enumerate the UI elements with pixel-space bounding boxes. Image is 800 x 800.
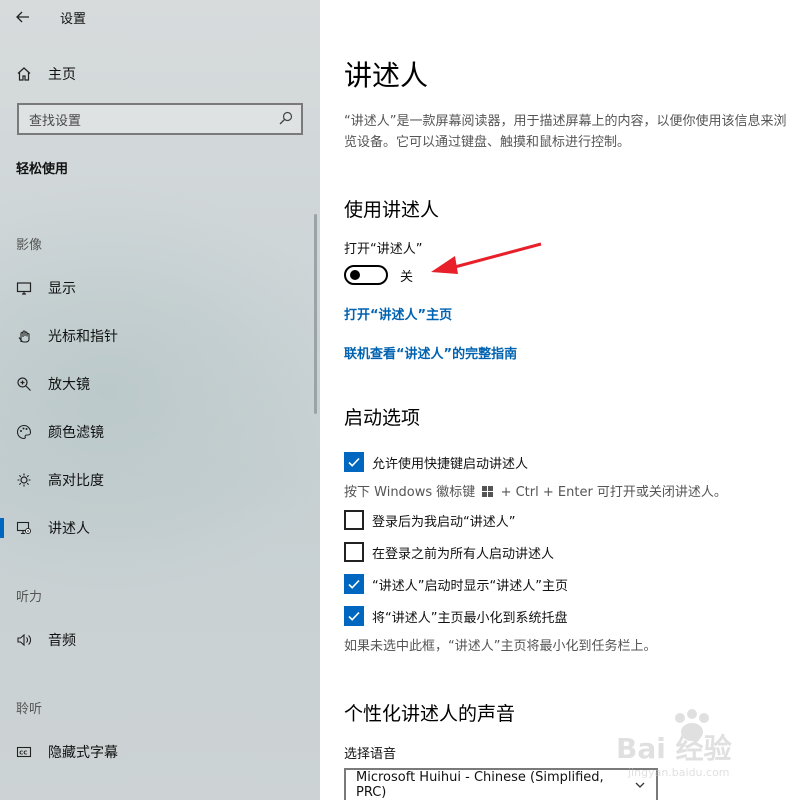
shortcut-hint: 按下 Windows 徽标键 + Ctrl + Enter 可打开或关闭讲述人。 xyxy=(344,481,727,500)
checkbox-label: 将“讲述人”主页最小化到系统托盘 xyxy=(372,610,568,626)
checkbox[interactable] xyxy=(344,452,364,472)
home-icon xyxy=(0,66,48,82)
voice-select[interactable]: Microsoft Huihui - Chinese (Simplified, … xyxy=(344,768,658,800)
shortcut-hint-pre: 按下 Windows 徽标键 xyxy=(344,485,476,500)
caption-icon: CC xyxy=(0,744,48,760)
page-title: 讲述人 xyxy=(344,59,429,92)
checkbox[interactable] xyxy=(344,510,364,530)
sidebar-item-label: 光标和指针 xyxy=(48,329,118,345)
checkbox-label: “讲述人”启动时显示“讲述人”主页 xyxy=(372,578,568,594)
nav-home[interactable]: 主页 xyxy=(0,58,320,90)
toggle-switch[interactable] xyxy=(344,265,388,285)
nav-home-label: 主页 xyxy=(48,67,76,83)
narrator-icon xyxy=(0,520,48,536)
sidebar-item-label: 颜色滤镜 xyxy=(48,425,104,441)
sidebar-item-label: 显示 xyxy=(48,281,76,297)
contrast-icon xyxy=(0,472,48,488)
checkbox-shortcut-start[interactable]: 允许使用快捷键启动讲述人 xyxy=(344,452,528,472)
page-description: “讲述人”是一款屏幕阅读器，用于描述屏幕上的内容，以便你使用该信息来浏览设备。它… xyxy=(344,114,787,150)
toggle-state-label: 关 xyxy=(400,269,414,285)
watermark-url: jingyan.baidu.com xyxy=(627,766,730,779)
tray-hint: 如果未选中此框，“讲述人”主页将最小化到任务栏上。 xyxy=(344,639,657,654)
sidebar: 设置 主页 查找设置 轻松使用 影像 显示 光标和指针 放大镜 颜色滤镜 高对比… xyxy=(0,0,320,800)
sidebar-item-color-filters[interactable]: 颜色滤镜 xyxy=(0,412,320,452)
sidebar-item-audio[interactable]: 音频 xyxy=(0,620,320,660)
voice-select-value: Microsoft Huihui - Chinese (Simplified, … xyxy=(356,770,604,800)
heading-use-narrator: 使用讲述人 xyxy=(344,199,440,221)
checkbox-show-home-on-start[interactable]: “讲述人”启动时显示“讲述人”主页 xyxy=(344,574,568,594)
sidebar-item-cursor[interactable]: 光标和指针 xyxy=(0,316,320,356)
sidebar-item-display[interactable]: 显示 xyxy=(0,268,320,308)
sidebar-item-captions[interactable]: CC 隐藏式字幕 xyxy=(0,732,320,772)
back-arrow-icon xyxy=(16,11,29,23)
search-placeholder: 查找设置 xyxy=(29,113,82,129)
search-input[interactable]: 查找设置 xyxy=(17,103,303,135)
app-title: 设置 xyxy=(60,11,87,27)
link-open-narrator-home[interactable]: 打开“讲述人”主页 xyxy=(344,304,452,323)
group-hearing: 听力 xyxy=(16,590,43,605)
checkmark-icon xyxy=(348,579,360,589)
search-icon[interactable] xyxy=(279,110,293,129)
annotation-arrow-icon xyxy=(431,242,542,274)
checkbox-minimize-to-tray[interactable]: 将“讲述人”主页最小化到系统托盘 xyxy=(344,606,567,626)
baidu-watermark: Bai 经验 jingyan.baidu.com xyxy=(616,709,732,779)
sidebar-item-label: 放大镜 xyxy=(48,377,90,393)
heading-personalize-voice: 个性化讲述人的声音 xyxy=(344,703,516,725)
sidebar-item-narrator[interactable]: 讲述人 xyxy=(0,508,320,548)
pointer-icon xyxy=(0,328,48,344)
narrator-toggle-label: 打开“讲述人” xyxy=(344,242,423,257)
group-vision: 影像 xyxy=(16,238,43,253)
heading-startup-options: 启动选项 xyxy=(344,407,421,429)
back-button[interactable] xyxy=(0,0,46,34)
main-content: 讲述人 “讲述人”是一款屏幕阅读器，用于描述屏幕上的内容，以便你使用该信息来浏览… xyxy=(320,0,800,800)
windows-logo-icon xyxy=(482,486,494,497)
watermark-text: Bai 经验 xyxy=(616,732,732,765)
palette-icon xyxy=(0,424,48,440)
link-narrator-guide[interactable]: 联机查看“讲述人”的完整指南 xyxy=(344,343,517,362)
select-voice-label: 选择语音 xyxy=(344,747,397,762)
checkbox[interactable] xyxy=(344,542,364,562)
checkbox-start-after-signin[interactable]: 登录后为我启动“讲述人” xyxy=(344,510,515,530)
checkbox[interactable] xyxy=(344,574,364,594)
sidebar-item-label: 音频 xyxy=(48,633,76,649)
svg-text:CC: CC xyxy=(19,751,27,757)
checkbox-label: 在登录之前为所有人启动讲述人 xyxy=(372,546,555,562)
toggle-knob xyxy=(350,270,360,280)
sidebar-item-high-contrast[interactable]: 高对比度 xyxy=(0,460,320,500)
checkmark-icon xyxy=(348,457,360,467)
monitor-icon xyxy=(0,280,48,296)
sidebar-item-label: 讲述人 xyxy=(48,521,90,537)
checkbox-label: 允许使用快捷键启动讲述人 xyxy=(372,456,529,472)
title-bar: 设置 xyxy=(0,0,320,34)
sidebar-item-label: 高对比度 xyxy=(48,473,104,489)
speaker-icon xyxy=(0,632,48,648)
sidebar-item-magnifier[interactable]: 放大镜 xyxy=(0,364,320,404)
checkbox[interactable] xyxy=(344,606,364,626)
section-ease-of-access: 轻松使用 xyxy=(16,162,69,177)
checkmark-icon xyxy=(348,611,360,621)
group-interaction: 聆听 xyxy=(16,702,43,717)
magnifier-icon xyxy=(0,376,48,392)
checkbox-label: 登录后为我启动“讲述人” xyxy=(372,514,516,530)
checkbox-start-before-signin[interactable]: 在登录之前为所有人启动讲述人 xyxy=(344,542,554,562)
sidebar-item-label: 隐藏式字幕 xyxy=(48,745,118,761)
narrator-toggle[interactable]: 关 xyxy=(344,265,413,285)
shortcut-hint-post: + Ctrl + Enter 可打开或关闭讲述人。 xyxy=(500,485,727,500)
